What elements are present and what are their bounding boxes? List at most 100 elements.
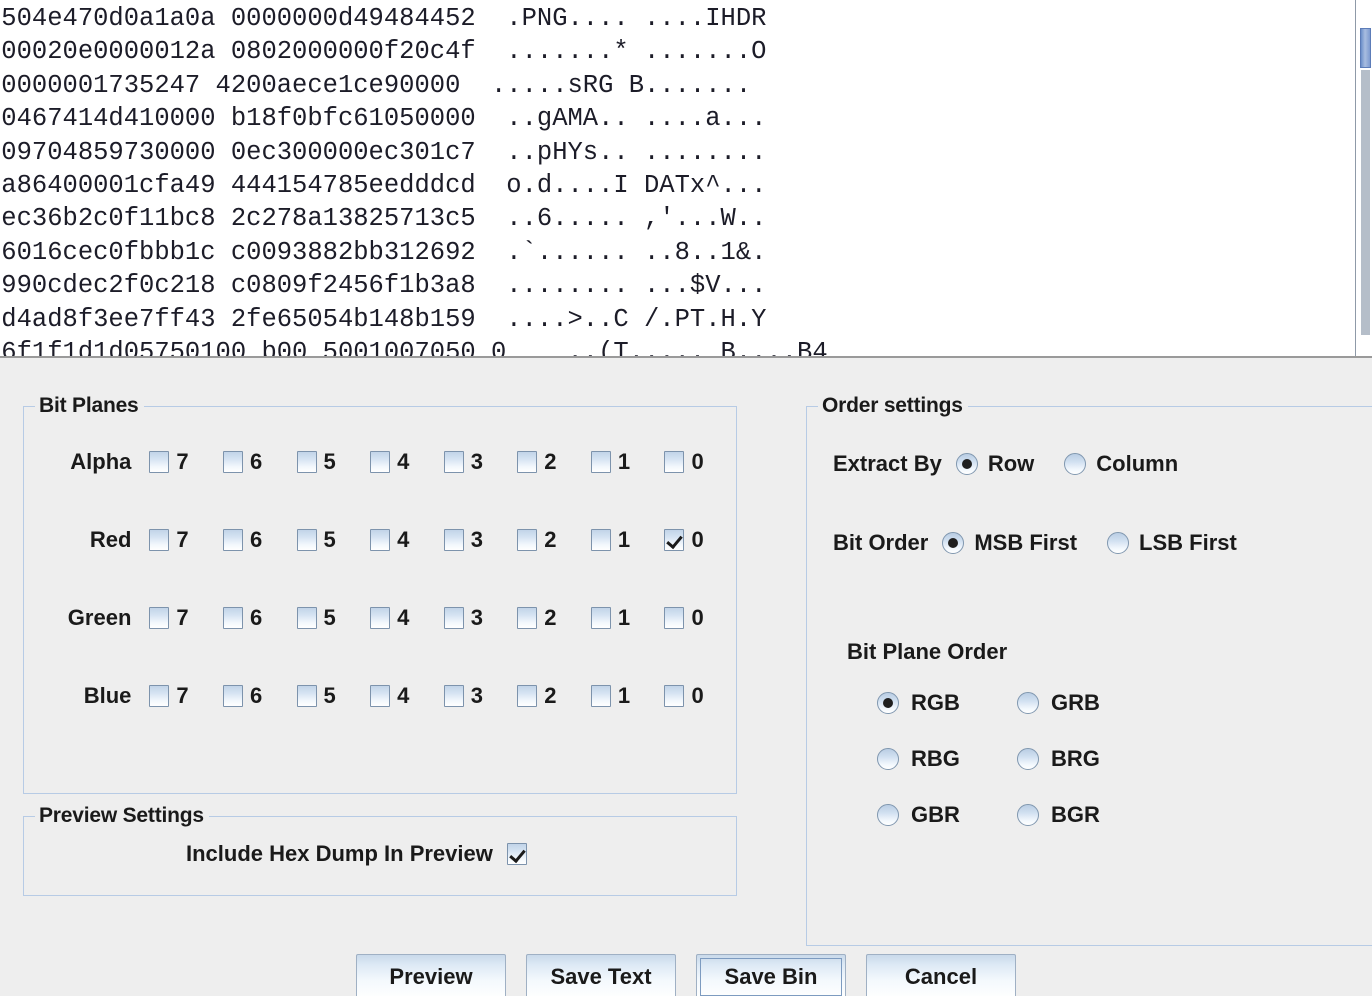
hex-dump-line: 2d4ad8f3ee7ff43 2fe65054b148b159 ....>..…	[0, 304, 767, 334]
checkbox-alpha-bit-4[interactable]	[370, 451, 391, 473]
bit-cell-alpha-6: 6	[222, 449, 297, 475]
checkbox-alpha-bit-2[interactable]	[517, 451, 538, 473]
button-label: Preview	[389, 964, 473, 989]
checkbox-green-bit-6[interactable]	[222, 607, 243, 629]
radio-row[interactable]	[955, 453, 978, 475]
scrollbar-track-lower[interactable]	[1361, 70, 1370, 335]
settings-area: Bit Planes Alpha 7 6 5 4 3 2 1 0 Red 7 6 5 4 3 2 1 0 Green…	[0, 358, 1372, 996]
bit-plane-order-option-brg[interactable]: BRG	[1017, 746, 1157, 772]
hex-dump-panel: 9504e470d0a1a0a 0000000d49484452 .PNG...…	[0, 0, 1372, 358]
hex-dump-viewport[interactable]: 9504e470d0a1a0a 0000000d49484452 .PNG...…	[0, 0, 1356, 356]
scrollbar-thumb[interactable]	[1360, 28, 1371, 68]
button-label: Cancel	[904, 964, 978, 989]
bit-plane-order-option-label: BGR	[1051, 802, 1100, 827]
bit-order-option-lsb-first[interactable]: LSB First	[1107, 530, 1237, 556]
bit-number-label: 3	[470, 683, 483, 708]
checkbox-red-bit-5[interactable]	[296, 529, 317, 551]
button-label: Save Bin	[724, 964, 818, 989]
bit-order-option-label: LSB First	[1139, 530, 1237, 555]
bit-cell-blue-0: 0	[664, 683, 738, 709]
radio-brg[interactable]	[1017, 748, 1039, 770]
bit-number-label: 3	[470, 527, 483, 552]
checkbox-blue-bit-2[interactable]	[517, 685, 538, 707]
include-hex-dump-checkbox[interactable]	[506, 843, 527, 865]
bit-plane-order-option-rbg[interactable]: RBG	[877, 746, 1017, 772]
checkbox-blue-bit-6[interactable]	[222, 685, 243, 707]
save-bin-button[interactable]: Save Bin	[696, 954, 846, 996]
bit-number-label: 2	[544, 683, 557, 708]
checkbox-green-bit-1[interactable]	[590, 607, 611, 629]
checkbox-green-bit-2[interactable]	[517, 607, 538, 629]
radio-msb-first[interactable]	[942, 532, 965, 554]
bit-number-label: 1	[617, 449, 631, 474]
checkbox-red-bit-6[interactable]	[222, 529, 243, 551]
bit-cell-red-5: 5	[296, 527, 371, 553]
checkbox-green-bit-7[interactable]	[149, 607, 170, 629]
radio-column[interactable]	[1064, 453, 1087, 475]
scrollbar-track[interactable]	[1358, 0, 1371, 356]
cancel-button[interactable]: Cancel	[866, 954, 1016, 996]
checkbox-green-bit-0[interactable]	[664, 607, 685, 629]
checkbox-green-bit-5[interactable]	[296, 607, 317, 629]
radio-rbg[interactable]	[877, 748, 899, 770]
checkbox-blue-bit-7[interactable]	[149, 685, 170, 707]
bit-number-label: 4	[397, 527, 410, 552]
bit-cell-red-6: 6	[222, 527, 297, 553]
bit-cell-alpha-1: 1	[590, 449, 665, 475]
extract-by-option-label: Column	[1096, 451, 1179, 476]
preview-button[interactable]: Preview	[356, 954, 506, 996]
radio-rgb[interactable]	[877, 692, 899, 714]
hex-dump-line: 009704859730000 0ec300000ec301c7 ..pHYs.…	[0, 137, 767, 167]
bit-cell-green-5: 5	[296, 605, 371, 631]
bit-plane-order-option-rgb[interactable]: RGB	[877, 690, 1017, 716]
radio-bgr[interactable]	[1017, 804, 1039, 826]
bit-planes-group: Bit Planes Alpha 7 6 5 4 3 2 1 0 Red 7 6 5 4 3 2 1 0 Green…	[23, 394, 738, 794]
checkbox-red-bit-2[interactable]	[517, 529, 538, 551]
checkbox-red-bit-4[interactable]	[370, 529, 391, 551]
bit-plane-row-green: Green 7 6 5 4 3 2 1 0	[24, 603, 738, 633]
channel-label-red: Red	[89, 527, 132, 552]
bit-plane-order-options: RGB GRB RBG BRG GBR BGR	[877, 675, 1157, 843]
checkbox-alpha-bit-3[interactable]	[443, 451, 464, 473]
checkbox-red-bit-3[interactable]	[443, 529, 464, 551]
radio-grb[interactable]	[1017, 692, 1039, 714]
bit-order-option-msb-first[interactable]: MSB First	[942, 530, 1077, 556]
bit-plane-order-option-gbr[interactable]: GBR	[877, 802, 1017, 828]
checkbox-red-bit-7[interactable]	[149, 529, 170, 551]
bit-cell-blue-6: 6	[222, 683, 297, 709]
checkbox-blue-bit-5[interactable]	[296, 685, 317, 707]
checkbox-alpha-bit-6[interactable]	[222, 451, 243, 473]
checkbox-blue-bit-3[interactable]	[443, 685, 464, 707]
hex-dump-vertical-scrollbar[interactable]	[1355, 0, 1372, 356]
checkbox-blue-bit-4[interactable]	[370, 685, 391, 707]
bit-number-label: 0	[691, 449, 704, 474]
order-settings-group-title: Order settings	[818, 394, 968, 418]
hex-dump-text: 9504e470d0a1a0a 0000000d49484452 .PNG...…	[0, 2, 828, 356]
bit-number-label: 2	[544, 449, 557, 474]
checkbox-blue-bit-1[interactable]	[590, 685, 611, 707]
radio-gbr[interactable]	[877, 804, 899, 826]
bit-number-label: 4	[397, 449, 410, 474]
checkbox-alpha-bit-0[interactable]	[664, 451, 685, 473]
checkbox-green-bit-4[interactable]	[370, 607, 391, 629]
button-label: Save Text	[550, 964, 652, 989]
checkbox-alpha-bit-1[interactable]	[590, 451, 611, 473]
checkbox-red-bit-1[interactable]	[590, 529, 611, 551]
checkbox-red-bit-0[interactable]	[664, 529, 685, 551]
bit-plane-row-blue: Blue 7 6 5 4 3 2 1 0	[24, 681, 738, 711]
hex-dump-line: 000020e0000012a 0802000000f20c4f .......…	[0, 37, 767, 67]
radio-lsb-first[interactable]	[1107, 532, 1130, 554]
bit-plane-order-option-bgr[interactable]: BGR	[1017, 802, 1157, 828]
checkbox-alpha-bit-7[interactable]	[149, 451, 170, 473]
checkbox-green-bit-3[interactable]	[443, 607, 464, 629]
bit-cell-green-4: 4	[370, 605, 444, 631]
bit-plane-order-label: Bit Plane Order	[847, 639, 1008, 664]
checkbox-blue-bit-0[interactable]	[664, 685, 685, 707]
dialog-button-bar: Preview Save Text Save Bin Cancel	[0, 954, 1372, 996]
extract-by-option-row[interactable]: Row	[955, 451, 1034, 477]
checkbox-alpha-bit-5[interactable]	[296, 451, 317, 473]
bit-plane-order-option-grb[interactable]: GRB	[1017, 690, 1157, 716]
save-text-button[interactable]: Save Text	[526, 954, 676, 996]
hex-dump-line: 9504e470d0a1a0a 0000000d49484452 .PNG...…	[0, 4, 767, 33]
extract-by-option-column[interactable]: Column	[1064, 451, 1178, 477]
